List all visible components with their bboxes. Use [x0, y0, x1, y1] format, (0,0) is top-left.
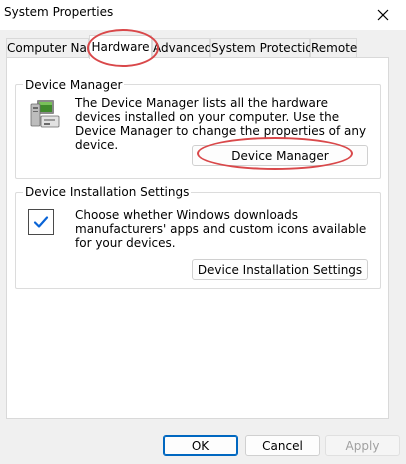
cancel-button[interactable]: Cancel — [245, 435, 320, 456]
tab-label: Remote — [311, 41, 358, 55]
device-manager-group-title: Device Manager — [23, 78, 125, 92]
tab-label: System Protection — [211, 41, 321, 55]
ok-button[interactable]: OK — [163, 435, 238, 456]
button-label: Apply — [345, 438, 380, 453]
tab-label: Advanced — [153, 41, 213, 55]
tab-hardware[interactable]: Hardware — [89, 35, 152, 59]
tab-system-protection[interactable]: System Protection — [210, 38, 320, 57]
device-manager-description: The Device Manager lists all the hardwar… — [75, 96, 367, 152]
tab-remote[interactable]: Remote — [310, 38, 357, 57]
apply-button[interactable]: Apply — [325, 435, 400, 456]
tab-computer-name[interactable]: Computer Name — [6, 38, 106, 57]
button-label: Device Installation Settings — [197, 262, 363, 277]
close-icon — [377, 9, 389, 21]
device-installation-settings-button[interactable]: Device Installation Settings — [192, 259, 368, 280]
button-label: Device Manager — [231, 148, 329, 163]
tab-label: Hardware — [91, 40, 150, 54]
button-label: OK — [191, 438, 210, 453]
tab-panel-hardware: Device Manager The Device Manager lists … — [6, 57, 389, 419]
tab-advanced[interactable]: Advanced — [152, 38, 213, 57]
device-installation-group-title: Device Installation Settings — [23, 185, 192, 199]
device-installation-description: Choose whether Windows downloads manufac… — [75, 208, 367, 250]
device-manager-icon — [30, 100, 60, 128]
button-label: Cancel — [262, 438, 303, 453]
checkbox-icon — [28, 209, 54, 235]
device-manager-button[interactable]: Device Manager — [192, 145, 368, 166]
window-title: System Properties — [4, 5, 114, 19]
title-bar: System Properties — [0, 0, 406, 30]
close-button[interactable] — [360, 0, 406, 30]
